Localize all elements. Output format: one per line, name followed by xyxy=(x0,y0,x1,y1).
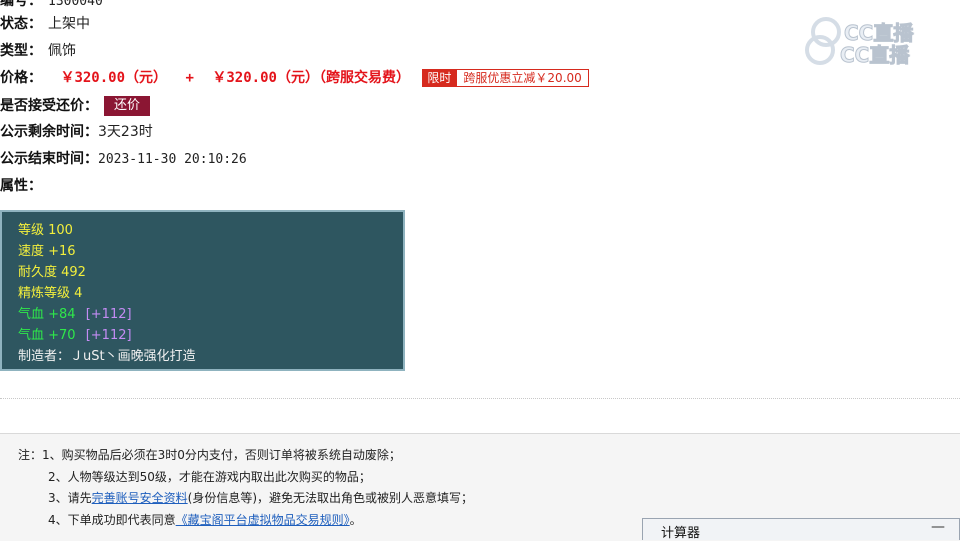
attributes-panel: 等级 100 速度 +16 耐久度 492 精炼等级 4 气血 +84 [+11… xyxy=(0,210,405,371)
note-3-prefix: 3、请先 xyxy=(48,491,92,505)
type-row: 类型： 佩饰 xyxy=(0,40,76,62)
limit-badge: 限时 xyxy=(422,69,457,87)
item-id-label: 编号： xyxy=(0,0,42,9)
calculator-window[interactable]: 计算器 — xyxy=(642,518,960,541)
bargain-label: 是否接受还价： xyxy=(0,98,98,114)
cc-logo-icon xyxy=(805,17,841,65)
section-divider xyxy=(0,398,960,399)
watermark-line-1: CC直播 xyxy=(844,21,914,45)
note-3: 3、请先完善账号安全资料(身份信息等)，避免无法取出角色或被别人恶意填写； xyxy=(48,489,473,507)
bargain-button[interactable]: 还价 xyxy=(104,96,151,116)
note-1: 注：1、购买物品后必须在3时0分内支付，否则订单将被系统自动废除； xyxy=(18,448,401,462)
status-value: 上架中 xyxy=(48,16,90,32)
item-id-value: 1300040 xyxy=(48,0,103,9)
bargain-row: 是否接受还价： 还价 xyxy=(0,95,151,117)
price-row: 价格： ￥320.00（元） + ￥320.00（元）（跨服交易费） 限时 跨服优… xyxy=(0,67,589,89)
status-label: 状态： xyxy=(0,16,42,32)
end-label: 公示结束时间： xyxy=(0,151,98,167)
note-4-suffix: 。 xyxy=(349,513,362,527)
status-row: 状态： 上架中 xyxy=(0,13,90,35)
attr-hp-2-value: 气血 +70 xyxy=(18,328,76,343)
attr-durability: 耐久度 492 xyxy=(18,265,86,280)
attr-hp-2-bonus: [+112] xyxy=(85,328,132,343)
watermark-line-2: CC直播 xyxy=(840,43,910,67)
security-info-link[interactable]: 完善账号安全资料 xyxy=(92,491,188,505)
attr-refine: 精炼等级 4 xyxy=(18,286,83,301)
note-4: 4、下单成功即代表同意《藏宝阁平台虚拟物品交易规则》。 xyxy=(48,511,362,529)
attr-label: 属性： xyxy=(0,178,42,194)
price-fee: ￥320.00（元）（跨服交易费） xyxy=(212,70,410,86)
minimize-button[interactable]: — xyxy=(931,519,945,535)
attr-hp-2: 气血 +70 [+112] xyxy=(18,325,403,346)
attr-hp-1-value: 气血 +84 xyxy=(18,307,76,322)
attr-level: 等级 100 xyxy=(18,223,73,238)
price-main: ￥320.00（元） xyxy=(60,70,168,86)
price-label: 价格： xyxy=(0,70,42,86)
note-3-suffix: (身份信息等)，避免无法取出角色或被别人恶意填写； xyxy=(187,491,474,505)
note-4-prefix: 4、下单成功即代表同意 xyxy=(48,513,176,527)
attr-row: 属性： xyxy=(0,175,42,197)
discount-badge: 跨服优惠立减￥20.00 xyxy=(456,69,589,87)
attr-maker: 制造者：ＪuSt丶画晚强化打造 xyxy=(18,349,196,364)
type-value: 佩饰 xyxy=(48,43,76,59)
end-value: 2023-11-30 20:10:26 xyxy=(98,152,247,167)
item-id-row: 编号： 1300040 xyxy=(0,0,103,12)
trade-rules-link[interactable]: 《藏宝阁平台虚拟物品交易规则》 xyxy=(176,513,350,527)
calculator-title: 计算器 xyxy=(661,526,701,541)
remain-row: 公示剩余时间：3天23时 xyxy=(0,121,153,143)
attr-hp-1: 气血 +84 [+112] xyxy=(18,304,403,325)
remain-label: 公示剩余时间： xyxy=(0,124,98,140)
price-plus: + xyxy=(185,70,194,86)
attr-speed: 速度 +16 xyxy=(18,244,76,259)
attr-hp-1-bonus: [+112] xyxy=(85,307,132,322)
end-row: 公示结束时间：2023-11-30 20:10:26 xyxy=(0,148,247,170)
type-label: 类型： xyxy=(0,43,42,59)
cc-live-watermark: CC直播 CC直播 xyxy=(805,17,915,68)
note-2: 2、人物等级达到50级，才能在游戏内取出此次购买的物品； xyxy=(48,470,371,484)
remain-value: 3天23时 xyxy=(98,124,153,140)
